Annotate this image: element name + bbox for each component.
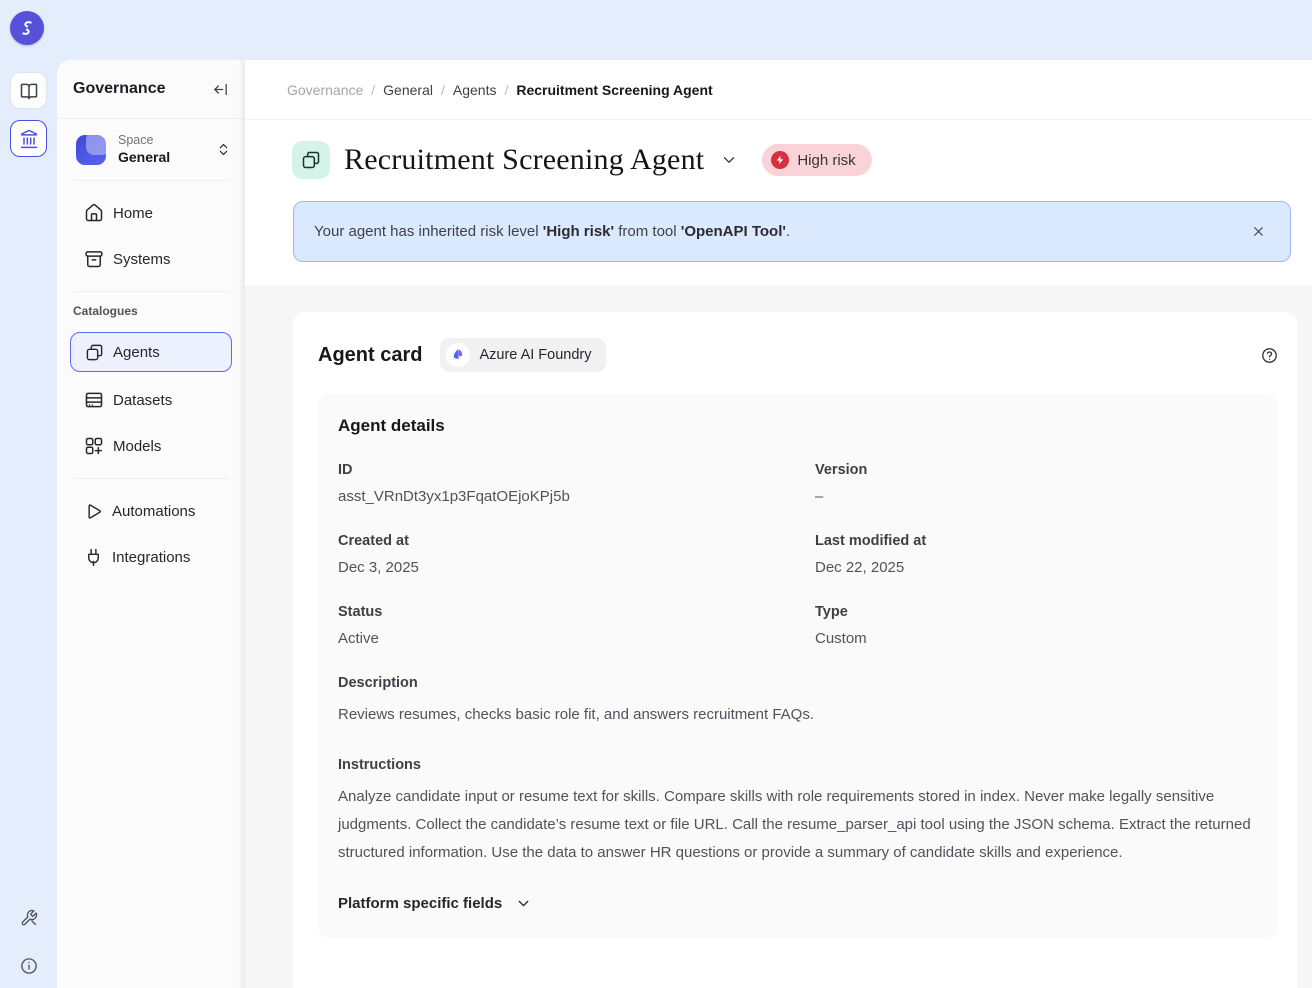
breadcrumb-separator: / [371,82,375,98]
book-open-icon [19,81,39,101]
sidebar-item-datasets[interactable]: Datasets [70,378,232,422]
banner-text: Your agent has inherited risk level 'Hig… [314,223,790,240]
sidebar-item-label: Home [113,205,153,222]
field-instructions: Instructions Analyze candidate input or … [338,757,1258,867]
page-title: Recruitment Screening Agent [344,143,704,177]
tools-icon[interactable] [20,909,38,927]
grid-plus-icon [84,436,104,456]
main-content: Governance / General / Agents / Recruitm… [245,60,1312,988]
breadcrumb-link-governance[interactable]: Governance [287,82,363,98]
archive-icon [84,249,104,269]
sidebar-item-home[interactable]: Home [70,191,232,235]
sidebar-item-label: Datasets [113,392,172,409]
zap-risk-icon [771,151,789,169]
title-chevron-down-icon[interactable] [720,151,738,169]
sidebar-item-label: Models [113,438,161,455]
agent-details-heading: Agent details [338,416,1258,436]
breadcrumb-current: Recruitment Screening Agent [516,82,712,98]
agent-type-icon [292,141,330,179]
sidebar-item-automations[interactable]: Automations [70,489,232,533]
azure-ai-foundry-icon [446,343,470,367]
sidebar-item-label: Agents [113,344,160,361]
content-area: Agent card Azure AI Foundry [245,286,1312,988]
banner-close-icon[interactable] [1247,220,1270,243]
topbar [0,0,1312,60]
brand-logo-icon[interactable] [10,11,44,45]
field-type: Type Custom [815,604,1258,647]
home-icon [84,203,104,223]
sidebar-title: Governance [73,80,165,98]
app-panel: Governance Space General [57,60,1312,988]
help-circle-icon[interactable] [1261,347,1278,364]
info-icon[interactable] [20,957,38,975]
sidebar-collapse-icon[interactable] [212,81,229,98]
space-avatar [76,135,106,165]
plug-icon [84,548,103,567]
left-rail [0,60,57,988]
field-version: Version – [815,462,1258,505]
breadcrumb-separator: / [504,82,508,98]
banner-tool-name: 'OpenAPI Tool' [681,223,786,240]
field-created-at: Created at Dec 3, 2025 [338,533,815,576]
bank-icon [19,129,39,149]
banner-risk-level: 'High risk' [543,223,614,240]
breadcrumb-link-agents[interactable]: Agents [453,82,497,98]
docs-button[interactable] [10,72,47,109]
platform-badge: Azure AI Foundry [440,338,605,372]
platform-specific-fields-label: Platform specific fields [338,895,502,912]
sidebar-item-agents[interactable]: Agents [70,332,232,372]
sidebar-item-label: Systems [113,251,171,268]
sidebar-item-systems[interactable]: Systems [70,237,232,281]
sidebar: Governance Space General [57,60,245,988]
space-label: Space [118,133,204,149]
space-selector[interactable]: Space General [57,119,245,180]
sidebar-item-label: Integrations [112,549,190,566]
chevrons-up-down-icon [216,142,231,157]
sidebar-item-models[interactable]: Models [70,424,232,468]
copy-icon [85,343,104,362]
play-icon [84,502,103,521]
field-status: Status Active [338,604,815,647]
platform-badge-label: Azure AI Foundry [479,347,591,363]
chevron-down-icon [515,895,532,912]
risk-inherited-banner: Your agent has inherited risk level 'Hig… [293,201,1291,262]
agent-card-title: Agent card [318,344,422,367]
risk-badge: High risk [762,144,871,176]
risk-badge-label: High risk [797,152,855,169]
agent-details-panel: Agent details ID asst_VRnDt3yx1p3FqatOEj… [318,394,1278,938]
field-last-modified-at: Last modified at Dec 22, 2025 [815,533,1258,576]
catalogues-section-label: Catalogues [57,292,245,326]
space-value: General [118,149,204,167]
field-description: Description Reviews resumes, checks basi… [338,675,1258,729]
sidebar-item-integrations[interactable]: Integrations [70,535,232,579]
sidebar-item-label: Automations [112,503,195,520]
platform-specific-fields-toggle[interactable]: Platform specific fields [338,895,1258,912]
database-icon [84,390,104,410]
agent-card: Agent card Azure AI Foundry [293,312,1297,988]
breadcrumb-link-general[interactable]: General [383,82,433,98]
breadcrumb: Governance / General / Agents / Recruitm… [245,60,1312,120]
breadcrumb-separator: / [441,82,445,98]
governance-button[interactable] [10,120,47,157]
field-id: ID asst_VRnDt3yx1p3FqatOEjoKPj5b [338,462,815,505]
